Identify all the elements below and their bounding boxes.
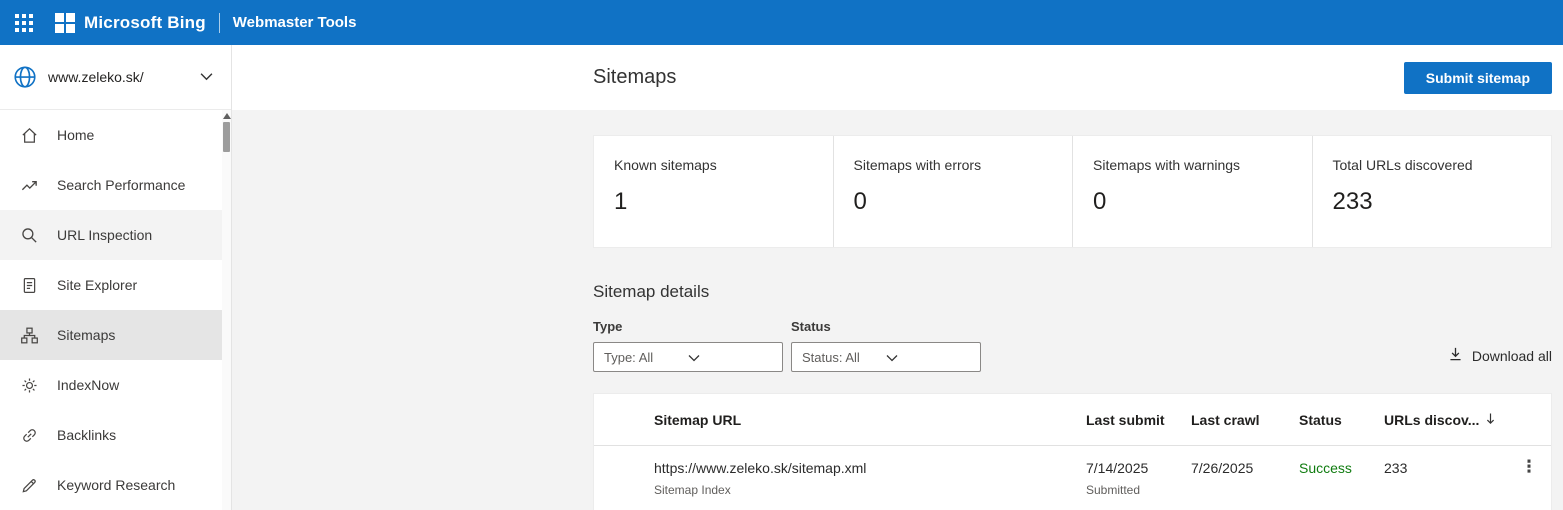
stat-known-sitemaps: Known sitemaps 1 (594, 136, 834, 247)
sidebar-item-indexnow[interactable]: IndexNow (0, 360, 231, 410)
stat-total-urls-discovered: Total URLs discovered 233 (1313, 136, 1552, 247)
stat-label: Sitemaps with errors (853, 157, 982, 173)
scroll-up-icon[interactable] (222, 113, 231, 119)
submit-sitemap-button[interactable]: Submit sitemap (1403, 61, 1552, 94)
status-filter-dropdown[interactable]: Status: All (791, 342, 981, 372)
sidebar-item-backlinks[interactable]: Backlinks (0, 410, 231, 460)
column-header-last-crawl[interactable]: Last crawl (1191, 394, 1299, 445)
column-header-actions (1507, 394, 1551, 429)
chevron-down-icon (688, 350, 772, 365)
sidebar-item-label: Search Performance (57, 177, 186, 193)
cell-last-crawl: 7/26/2025 (1191, 460, 1254, 476)
status-filter-label: Status (791, 319, 831, 334)
sidebar-item-home[interactable]: Home (0, 110, 231, 160)
sort-desc-icon[interactable] (1485, 412, 1496, 428)
stat-label: Known sitemaps (614, 157, 717, 173)
cell-urls-discovered: 233 (1384, 460, 1408, 476)
sitemap-url[interactable]: https://www.zeleko.sk/sitemap.xml (654, 460, 1086, 476)
sitemaps-table: Sitemap URL Last submit Last crawl Statu… (593, 393, 1552, 510)
stats-card: Known sitemaps 1 Sitemaps with errors 0 … (593, 135, 1552, 248)
link-icon (19, 425, 39, 445)
main-content: Sitemaps Submit sitemap Known sitemaps 1… (232, 45, 1563, 510)
stat-value: 233 (1332, 188, 1373, 215)
sidebar-item-label: IndexNow (57, 377, 120, 393)
microsoft-logo-icon (55, 12, 75, 33)
globe-icon (12, 64, 38, 90)
filters-row: Type Type: All Status Status: All Downlo… (593, 319, 1552, 372)
status-filter-group: Status Status: All (791, 319, 981, 372)
download-all-button[interactable]: Download all (1448, 346, 1552, 372)
type-filter-value: Type: All (604, 349, 654, 365)
status-badge: Success (1299, 460, 1352, 476)
chevron-down-icon (200, 68, 213, 86)
stat-label: Sitemaps with warnings (1093, 157, 1241, 173)
table-header-row: Sitemap URL Last submit Last crawl Statu… (594, 394, 1551, 446)
sitemap-details-heading: Sitemap details (593, 282, 710, 301)
product-title: Webmaster Tools (232, 14, 357, 31)
stat-value: 0 (1093, 188, 1107, 215)
apps-grid-icon[interactable] (15, 13, 33, 32)
cell-last-submit: 7/14/2025 Submitted (1086, 446, 1191, 510)
sidebar-item-keyword-research[interactable]: Keyword Research (0, 460, 231, 510)
home-icon (19, 125, 39, 145)
sidebar-item-sitemaps[interactable]: Sitemaps (0, 310, 231, 360)
site-name: www.zeleko.sk/ (48, 69, 144, 85)
sidebar-item-search-performance[interactable]: Search Performance (0, 160, 231, 210)
search-icon (19, 225, 39, 245)
sidebar-item-url-inspection[interactable]: URL Inspection (0, 210, 231, 260)
type-filter-dropdown[interactable]: Type: All (593, 342, 783, 372)
sidebar-item-label: Keyword Research (57, 477, 176, 493)
column-header-urls-discovered[interactable]: URLs discov... (1384, 394, 1507, 445)
sidebar: www.zeleko.sk/ Home Search Performance U… (0, 45, 232, 510)
page-header: Sitemaps Submit sitemap (232, 45, 1563, 110)
row-kebab-menu-icon[interactable]: ⋮ (1507, 446, 1551, 491)
status-filter-value: Status: All (802, 349, 860, 365)
sidebar-nav: Home Search Performance URL Inspection S… (0, 110, 231, 510)
sidebar-scrollbar[interactable] (222, 110, 231, 510)
type-filter-group: Type Type: All (593, 319, 783, 372)
stat-value: 0 (853, 188, 867, 215)
scrollbar-thumb[interactable] (223, 122, 230, 152)
last-submit-date: 7/14/2025 (1086, 460, 1149, 476)
sidebar-item-label: Site Explorer (57, 277, 138, 293)
sidebar-item-site-explorer[interactable]: Site Explorer (0, 260, 231, 310)
sitemap-icon (19, 325, 39, 345)
trend-icon (19, 175, 39, 195)
column-header-status[interactable]: Status (1299, 394, 1384, 445)
stat-value: 1 (614, 188, 628, 215)
table-row[interactable]: https://www.zeleko.sk/sitemap.xml Sitema… (594, 446, 1551, 510)
brand-title: Microsoft Bing (84, 12, 206, 32)
stat-sitemaps-with-errors: Sitemaps with errors 0 (834, 136, 1073, 247)
sidebar-item-label: URL Inspection (57, 227, 153, 243)
top-app-bar: Microsoft Bing Webmaster Tools (0, 0, 1563, 45)
page-title: Sitemaps (593, 66, 677, 88)
download-all-label: Download all (1471, 347, 1552, 364)
site-selector[interactable]: www.zeleko.sk/ (0, 45, 231, 110)
stat-sitemaps-with-warnings: Sitemaps with warnings 0 (1073, 136, 1313, 247)
column-header-last-submit[interactable]: Last submit (1086, 394, 1191, 445)
topbar-divider (218, 12, 220, 33)
pen-icon (19, 475, 39, 495)
sidebar-item-label: Sitemaps (57, 327, 116, 343)
last-submit-status: Submitted (1086, 483, 1141, 497)
type-filter-label: Type (593, 319, 623, 334)
cell-sitemap-url[interactable]: https://www.zeleko.sk/sitemap.xml Sitema… (594, 446, 1086, 510)
content-area: Known sitemaps 1 Sitemaps with errors 0 … (232, 110, 1563, 510)
stat-label: Total URLs discovered (1332, 157, 1473, 173)
column-header-sitemap-url[interactable]: Sitemap URL (594, 394, 1086, 445)
sidebar-item-label: Home (57, 127, 95, 143)
sidebar-item-label: Backlinks (57, 427, 117, 443)
chevron-down-icon (886, 350, 970, 365)
download-icon (1448, 346, 1463, 365)
sitemap-type: Sitemap Index (654, 483, 731, 497)
gear-icon (19, 375, 39, 395)
document-icon (19, 275, 39, 295)
column-header-label: URLs discov... (1384, 412, 1480, 428)
